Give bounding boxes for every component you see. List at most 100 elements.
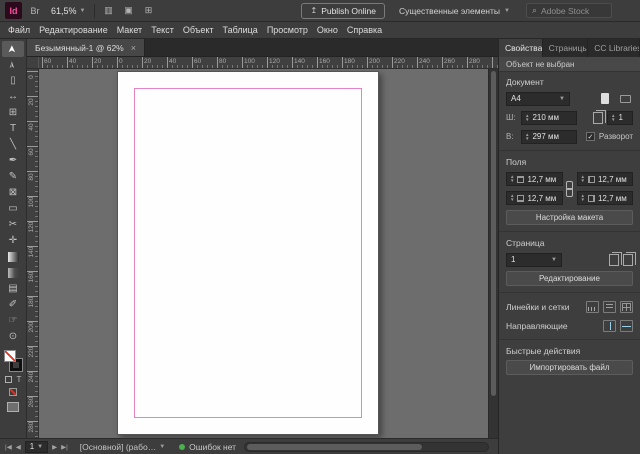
zoom-level-select[interactable]: 61,5% ▼ bbox=[48, 5, 88, 17]
screen-mode-normal-button[interactable] bbox=[7, 402, 19, 412]
show-rulers-icon[interactable] bbox=[586, 300, 599, 313]
stepper-arrows-icon[interactable]: ▲ ▼ bbox=[611, 113, 615, 121]
indesign-logo: Id bbox=[5, 2, 22, 19]
selection-tool[interactable]: ➤ bbox=[2, 41, 24, 57]
add-page-icon[interactable] bbox=[609, 251, 622, 266]
menu-item[interactable]: Редактирование bbox=[39, 25, 108, 35]
close-tab-icon[interactable]: × bbox=[131, 43, 136, 53]
first-page-icon[interactable]: |◀ bbox=[5, 443, 12, 451]
pencil-tool[interactable]: ✎ bbox=[2, 169, 24, 185]
scissors-tool[interactable]: ✂ bbox=[2, 217, 24, 233]
page-select-row: 1 ▼ bbox=[506, 251, 636, 267]
landscape-orientation-button[interactable] bbox=[617, 91, 633, 106]
arrange-documents-icon[interactable]: ⊞ bbox=[141, 5, 155, 16]
formatting-affects-text-icon[interactable]: T bbox=[17, 375, 22, 384]
gradient-swatch-tool[interactable] bbox=[2, 249, 24, 265]
stepper-arrows-icon[interactable]: ▲ ▼ bbox=[510, 175, 514, 183]
rulers-grids-row: Линейки и сетки bbox=[506, 299, 633, 314]
pasteboard[interactable] bbox=[39, 69, 488, 438]
free-transform-tool[interactable]: ✛ bbox=[2, 233, 24, 249]
menu-item[interactable]: Окно bbox=[317, 25, 338, 35]
height-field[interactable]: ▲ ▼ 297 мм bbox=[521, 129, 577, 144]
tools-panel: ➤ ➢ ▯ ↔ ⊞ T ╲ ✒ ✎ ⊠ ▭ ✂ ✛ ▤ ✐ ☞ ⊙ T bbox=[0, 39, 27, 438]
divider bbox=[499, 339, 640, 340]
stepper-arrows-icon[interactable]: ▲ ▼ bbox=[525, 132, 529, 140]
preflight-profile-select[interactable]: [Основной] (рабо… ▼ bbox=[80, 442, 165, 452]
view-options-icon[interactable]: ▥ bbox=[101, 5, 115, 16]
smart-guides-icon[interactable] bbox=[620, 319, 633, 332]
stepper-arrows-icon[interactable]: ▲ ▼ bbox=[581, 175, 585, 183]
show-guides-icon[interactable] bbox=[603, 319, 616, 332]
width-label: Ш: bbox=[506, 113, 516, 122]
menu-item[interactable]: Объект bbox=[183, 25, 214, 35]
menu-item[interactable]: Макет bbox=[117, 25, 142, 35]
search-box[interactable]: ⌕ Adobe Stock bbox=[525, 3, 612, 18]
vertical-scrollbar[interactable] bbox=[488, 69, 498, 438]
page-size-select[interactable]: A4 ▼ bbox=[506, 91, 570, 106]
vertical-scrollbar-thumb[interactable] bbox=[491, 71, 496, 396]
fill-swatch[interactable] bbox=[4, 350, 16, 362]
formatting-affects-container-icon[interactable] bbox=[4, 376, 12, 383]
current-page-select[interactable]: 1 ▼ bbox=[506, 252, 562, 267]
eyedropper-tool[interactable]: ✐ bbox=[2, 297, 24, 313]
menu-item[interactable]: Файл bbox=[8, 25, 30, 35]
import-file-button[interactable]: Импортировать файл bbox=[506, 360, 633, 375]
top-margin-field[interactable]: ▲ ▼ 12,7 мм bbox=[506, 172, 563, 186]
rectangle-frame-tool[interactable]: ⊠ bbox=[2, 185, 24, 201]
direct-selection-tool[interactable]: ➢ bbox=[2, 57, 24, 73]
page-size-row: A4 ▼ bbox=[506, 91, 633, 106]
width-field[interactable]: ▲ ▼ 210 мм bbox=[521, 110, 577, 125]
facing-pages-checkbox[interactable]: ✓ bbox=[585, 132, 595, 141]
right-margin-field[interactable]: ▲ ▼ 12,7 мм bbox=[576, 191, 633, 205]
stepper-arrows-icon[interactable]: ▲ ▼ bbox=[510, 194, 514, 202]
page-tool[interactable]: ▯ bbox=[2, 73, 24, 89]
bottom-margin-field[interactable]: ▲ ▼ 12,7 мм bbox=[506, 191, 563, 205]
horizontal-ruler[interactable]: 60 40 20 0 20 40 60 80 100 120 140 160 180 200 220 240 2… bbox=[39, 57, 498, 68]
tab-pages[interactable]: Страницы bbox=[543, 39, 589, 57]
tab-cc-libraries[interactable]: CC Libraries bbox=[588, 39, 640, 57]
stepper-arrows-icon[interactable]: ▲ ▼ bbox=[581, 194, 585, 202]
type-tool[interactable]: T bbox=[2, 121, 24, 137]
hand-tool[interactable]: ☞ bbox=[2, 313, 24, 329]
pen-tool[interactable]: ✒ bbox=[2, 153, 24, 169]
portrait-orientation-button[interactable] bbox=[597, 91, 613, 106]
adjust-layout-button[interactable]: Настройка макета bbox=[506, 210, 633, 225]
vertical-ruler[interactable]: 0 20 40 60 80 100 120 140 160 180 200 220 240 260 280 bbox=[27, 69, 39, 438]
screen-mode-icon[interactable]: ▣ bbox=[121, 5, 135, 16]
bridge-icon[interactable]: Br bbox=[28, 6, 42, 16]
previous-page-icon[interactable]: ◀ bbox=[16, 443, 21, 451]
line-tool[interactable]: ╲ bbox=[2, 137, 24, 153]
horizontal-scrollbar[interactable] bbox=[244, 441, 489, 452]
menu-item[interactable]: Таблица bbox=[223, 25, 258, 35]
baseline-grid-icon[interactable] bbox=[603, 300, 616, 313]
document-page[interactable] bbox=[117, 71, 379, 435]
link-margins-icon[interactable] bbox=[566, 181, 573, 197]
tab-properties[interactable]: Свойства bbox=[499, 39, 543, 57]
note-tool[interactable]: ▤ bbox=[2, 281, 24, 297]
page-number-field[interactable]: 1 ▼ bbox=[24, 440, 49, 453]
publish-online-button[interactable]: ↥ Publish Online bbox=[301, 2, 385, 19]
apply-none-icon[interactable] bbox=[9, 388, 17, 396]
rectangle-tool[interactable]: ▭ bbox=[2, 201, 24, 217]
edit-page-button[interactable]: Редактирование bbox=[506, 271, 633, 286]
menu-item[interactable]: Текст bbox=[151, 25, 174, 35]
document-tab[interactable]: Безымянный-1 @ 62% × bbox=[27, 39, 146, 56]
pages-count-field[interactable]: ▲ ▼ 1 bbox=[607, 110, 633, 125]
menu-item[interactable]: Просмотр bbox=[267, 25, 308, 35]
zoom-tool[interactable]: ⊙ bbox=[2, 329, 24, 345]
content-collector-tool[interactable]: ⊞ bbox=[2, 105, 24, 121]
fill-stroke-swatches[interactable] bbox=[4, 350, 23, 372]
ruler-origin[interactable] bbox=[27, 57, 39, 68]
horizontal-scrollbar-thumb[interactable] bbox=[247, 443, 422, 450]
gap-tool[interactable]: ↔ bbox=[2, 89, 24, 105]
next-page-icon[interactable]: ▶ bbox=[52, 443, 57, 451]
document-grid-icon[interactable] bbox=[620, 300, 633, 313]
page-spread-icon[interactable] bbox=[623, 251, 636, 266]
margins-section-label: Поля bbox=[506, 157, 527, 167]
workspace-switcher[interactable]: Существенные элементы ▼ bbox=[399, 6, 510, 16]
gradient-feather-tool[interactable] bbox=[2, 265, 24, 281]
left-margin-field[interactable]: ▲ ▼ 12,7 мм bbox=[576, 172, 633, 186]
stepper-arrows-icon[interactable]: ▲ ▼ bbox=[525, 113, 529, 121]
menu-item[interactable]: Справка bbox=[347, 25, 382, 35]
last-page-icon[interactable]: ▶| bbox=[61, 443, 68, 451]
